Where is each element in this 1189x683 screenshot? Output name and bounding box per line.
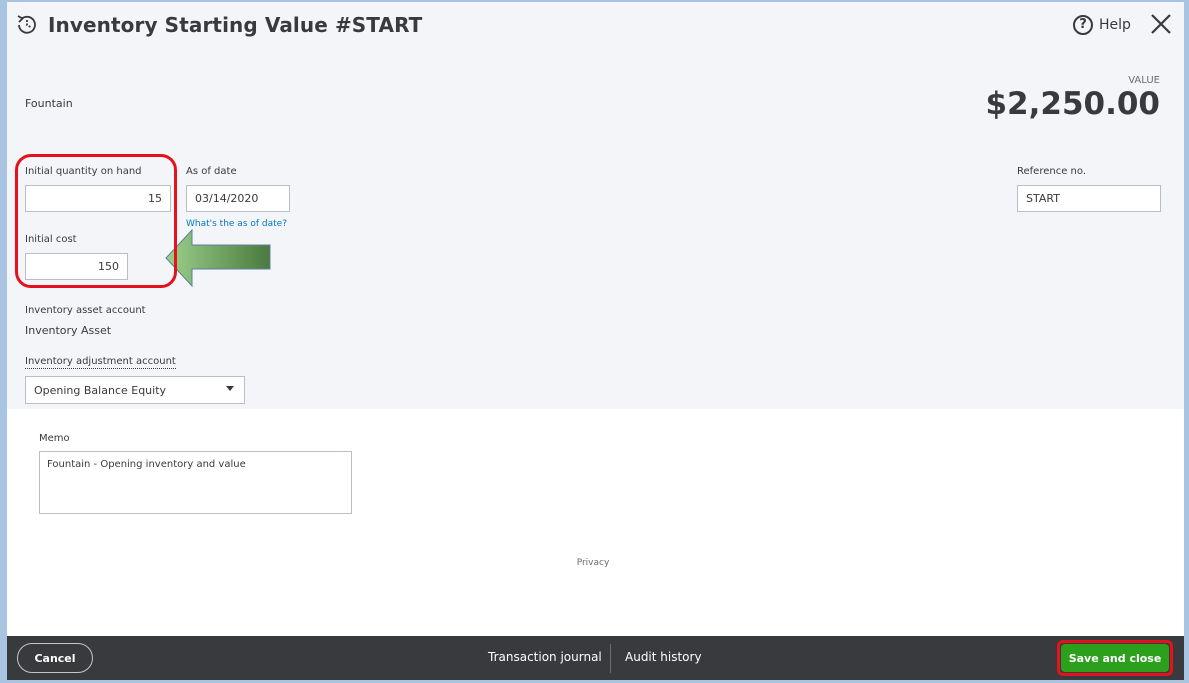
footer-divider [610, 644, 611, 673]
memo-textarea[interactable]: Fountain - Opening inventory and value [39, 451, 352, 514]
privacy-link[interactable]: Privacy [560, 558, 626, 568]
asset-account-label: Inventory asset account [25, 305, 146, 316]
memo-value: Fountain - Opening inventory and value [47, 459, 246, 470]
reference-value: START [1026, 192, 1060, 205]
adjustment-account-select[interactable]: Opening Balance Equity [25, 376, 245, 404]
product-name: Fountain [25, 97, 73, 110]
reference-input[interactable]: START [1017, 185, 1161, 212]
save-and-close-button[interactable]: Save and close [1061, 644, 1169, 672]
page-title: Inventory Starting Value #START [48, 13, 423, 37]
help-button[interactable]: ? Help [1073, 13, 1131, 37]
chevron-down-icon [226, 386, 234, 391]
close-icon[interactable] [1148, 11, 1174, 37]
adjustment-account-value: Opening Balance Equity [34, 383, 167, 397]
asset-account-value: Inventory Asset [25, 324, 112, 337]
value-amount: $2,250.00 [985, 86, 1160, 122]
refresh-clock-icon [14, 12, 40, 38]
audit-history-link[interactable]: Audit history [625, 650, 702, 664]
as-of-date-input[interactable]: 03/14/2020 [186, 185, 290, 212]
memo-section [7, 409, 1184, 636]
as-of-date-value: 03/14/2020 [195, 192, 259, 205]
reference-label: Reference no. [1017, 166, 1086, 177]
question-circle-icon: ? [1073, 15, 1093, 35]
as-of-date-label: As of date [186, 166, 237, 177]
cancel-button[interactable]: Cancel [17, 643, 93, 673]
adjustment-account-label: Inventory adjustment account [25, 356, 176, 369]
memo-label: Memo [39, 433, 70, 444]
left-arrow-annotation-icon [165, 228, 271, 288]
value-label: VALUE [1128, 75, 1160, 86]
help-label: Help [1099, 17, 1131, 33]
highlight-box [15, 154, 177, 288]
transaction-journal-link[interactable]: Transaction journal [488, 650, 602, 664]
